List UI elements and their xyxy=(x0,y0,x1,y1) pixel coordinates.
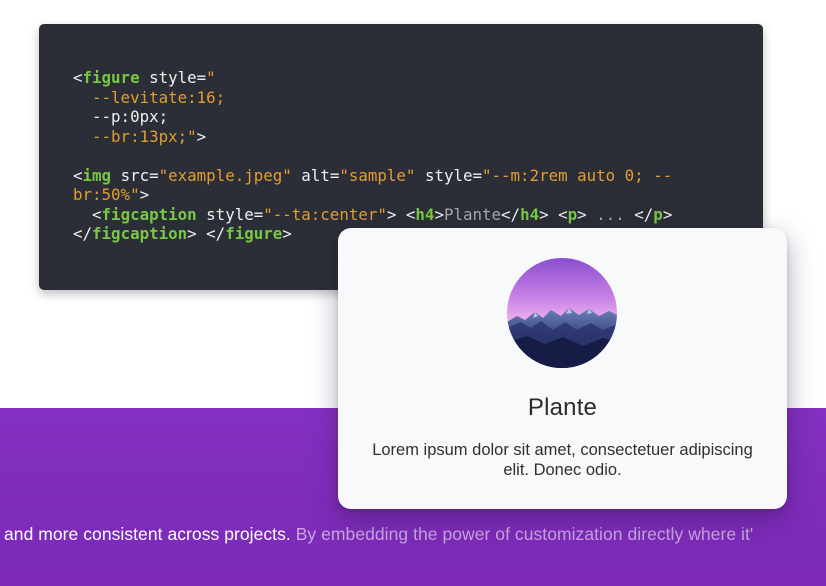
code-line: --p:0px; xyxy=(73,107,169,126)
code-line: <img src="example.jpeg" alt="sample" sty… xyxy=(73,165,673,185)
code-line: br:50%"> xyxy=(73,185,150,204)
card-image xyxy=(507,258,617,368)
card-description: Lorem ipsum dolor sit amet, consectetuer… xyxy=(372,441,753,479)
code-line: --br:13px;"> xyxy=(73,126,207,146)
code-line: --levitate:16; xyxy=(73,87,226,107)
code-line: <figcaption style="--ta:center"> <h4>Pla… xyxy=(73,204,673,224)
code-line: </figcaption> </figure> xyxy=(73,224,292,243)
card-title: Plante xyxy=(527,394,598,421)
section-paragraph: and more consistent across projects. By … xyxy=(4,524,753,545)
code-snippet: <figure style=" --levitate:16; --p:0px; … xyxy=(73,68,672,244)
paragraph-text: and more consistent across projects. xyxy=(4,524,296,544)
paragraph-faded-text: By embedding the power of customization … xyxy=(295,524,754,544)
code-line: <figure style=" xyxy=(73,68,216,87)
mountain-image xyxy=(507,258,617,368)
figure-card: Plante Lorem ipsum dolor sit amet, conse… xyxy=(338,228,787,509)
